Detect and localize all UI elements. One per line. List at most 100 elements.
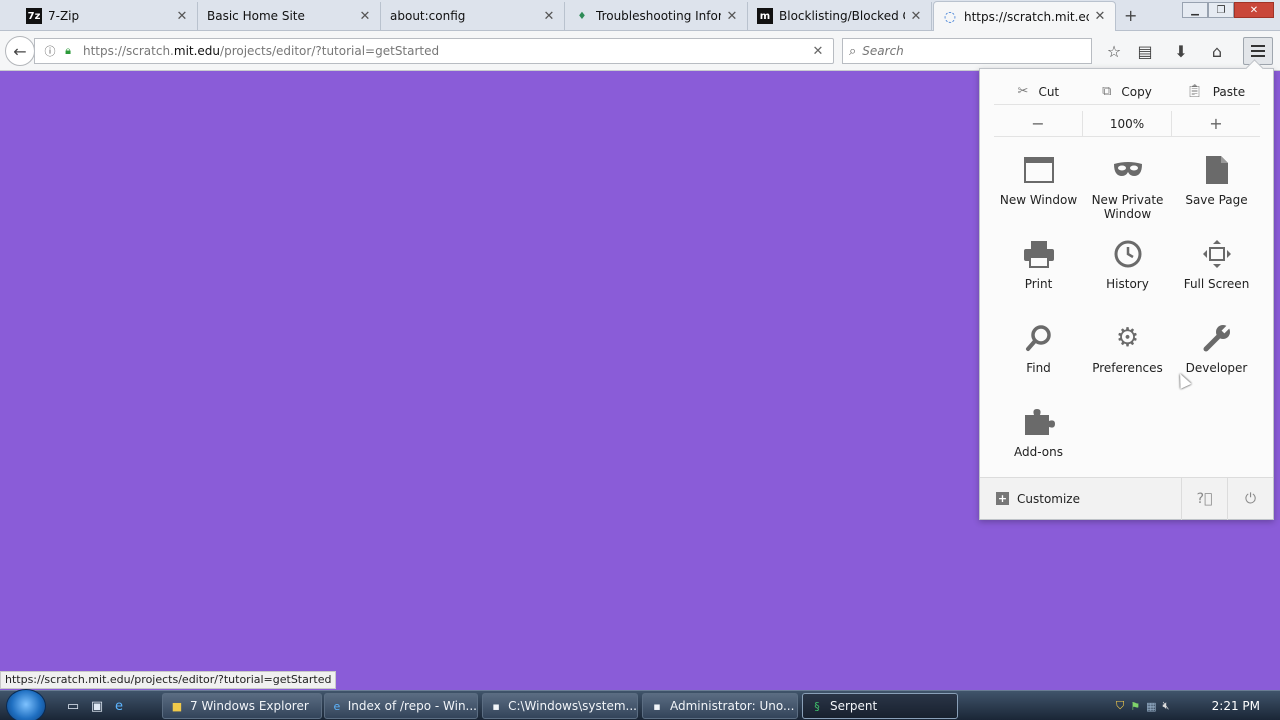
show-desktop-icon[interactable]: ▭ — [64, 697, 82, 715]
magnifier-icon — [1022, 321, 1056, 355]
ie-icon[interactable]: e — [110, 697, 128, 715]
new-tab-icon[interactable]: + — [1124, 6, 1137, 25]
preferences-button[interactable]: ⚙ Preferences — [1083, 317, 1172, 399]
copy-button[interactable]: ⧉ Copy — [1083, 79, 1172, 104]
home-icon[interactable]: ⌂ — [1205, 39, 1229, 63]
mdn-icon: m — [757, 8, 773, 24]
windows-taskbar: ▭ ▣ e ■ 7 Windows Explorer e Index of /rep… — [0, 689, 1280, 720]
menu-item-label: Preferences — [1092, 361, 1163, 375]
full-screen-button[interactable]: Full Screen — [1172, 233, 1261, 315]
tab-blocklisting[interactable]: m Blocklisting/Blocked Gr ✕ — [749, 2, 932, 30]
find-button[interactable]: Find — [994, 317, 1083, 399]
task-windows-system[interactable]: ▪ C:\Windows\system... — [482, 693, 638, 719]
url-path: /projects/editor/?tutorial=getStarted — [220, 44, 440, 58]
help-button[interactable]: ?⃝ — [1181, 477, 1227, 520]
close-tab-icon[interactable]: ✕ — [542, 9, 556, 24]
print-button[interactable]: Print — [994, 233, 1083, 315]
minimize-icon[interactable]: ▁ — [1182, 2, 1208, 18]
task-administrator[interactable]: ▪ Administrator: Uno... — [642, 693, 798, 719]
bookmark-star-icon[interactable]: ☆ — [1102, 39, 1126, 63]
task-label: C:\Windows\system... — [508, 699, 637, 713]
private-mask-icon — [1111, 153, 1145, 187]
url-text[interactable]: https://scratch.mit.edu/projects/editor/… — [83, 44, 803, 58]
explorer-icon[interactable]: ▣ — [88, 697, 106, 715]
power-icon: ⏻ — [1244, 490, 1257, 507]
new-window-button[interactable]: New Window — [994, 149, 1083, 231]
add-ons-button[interactable]: Add-ons — [994, 401, 1083, 483]
tab-7zip[interactable]: 7z 7-Zip ✕ — [18, 2, 198, 30]
menu-item-label: Developer — [1185, 361, 1248, 375]
quit-button[interactable]: ⏻ — [1227, 477, 1273, 520]
system-tray: ⛉ ⚑ ▦ 🔇︎ 2:21 PM — [1108, 691, 1280, 720]
window-controls: ▁ ❐ ✕ — [1182, 2, 1274, 18]
customize-label: Customize — [1017, 491, 1080, 506]
save-page-button[interactable]: Save Page — [1172, 149, 1261, 231]
arrow-left-icon: ← — [13, 41, 27, 61]
close-tab-icon[interactable]: ✕ — [1093, 9, 1107, 24]
close-tab-icon[interactable]: ✕ — [175, 9, 189, 24]
task-serpent[interactable]: § Serpent — [802, 693, 958, 719]
clock[interactable]: 2:21 PM — [1212, 699, 1260, 713]
stop-loading-icon[interactable]: ✕ — [803, 44, 833, 59]
zoom-reset-button[interactable]: 100% — [1082, 111, 1172, 136]
tab-title: Troubleshooting Infor — [596, 9, 721, 23]
task-label: Serpent — [830, 699, 878, 713]
customize-button[interactable]: + Customize — [996, 492, 1181, 506]
search-icon: ⌕ — [849, 43, 857, 59]
menu-item-label: Full Screen — [1183, 277, 1250, 291]
downloads-icon[interactable]: ⬇ — [1169, 39, 1193, 63]
menu-item-label: History — [1106, 277, 1149, 291]
start-button[interactable] — [6, 689, 46, 720]
cut-button[interactable]: ✂ Cut — [994, 79, 1083, 104]
link-status-bar: https://scratch.mit.edu/projects/editor/… — [0, 671, 337, 689]
close-tab-icon[interactable]: ✕ — [725, 9, 739, 24]
cmd-icon: ▪ — [492, 699, 500, 713]
search-input[interactable] — [862, 44, 1063, 58]
task-label: 7 Windows Explorer — [190, 699, 309, 713]
menu-item-label: Add-ons — [1014, 445, 1063, 459]
back-button[interactable]: ← — [5, 36, 35, 66]
plus-icon: + — [996, 492, 1009, 505]
task-label: Index of /repo - Win... — [347, 699, 477, 713]
task-index-of-repo[interactable]: e Index of /repo - Win... — [324, 693, 478, 719]
cmd-icon: ▪ — [653, 699, 661, 713]
printer-icon — [1022, 237, 1056, 271]
tab-about-config[interactable]: about:config ✕ — [382, 2, 565, 30]
paste-button[interactable]: 📋︎ Paste — [1171, 79, 1260, 104]
lock-icon: 🔒︎ — [65, 44, 71, 57]
paste-label: Paste — [1212, 84, 1246, 99]
shield-icon[interactable]: ⛉ — [1116, 699, 1124, 713]
copy-icon: ⧉ — [1102, 84, 1112, 99]
cut-label: Cut — [1038, 84, 1060, 99]
tab-basic-home-site[interactable]: Basic Home Site ✕ — [199, 2, 381, 30]
menu-item-label: Find — [1026, 361, 1051, 375]
new-private-window-button[interactable]: New Private Window — [1083, 149, 1172, 231]
tab-title: https://scratch.mit.edu — [964, 9, 1089, 24]
hamburger-menu-button[interactable] — [1243, 37, 1273, 65]
tab-scratch-active[interactable]: ◌ https://scratch.mit.edu ✕ — [933, 1, 1116, 31]
history-button[interactable]: History — [1083, 233, 1172, 315]
menu-footer: + Customize ?⃝ ⏻ — [980, 477, 1273, 520]
menu-item-label: New Private Window — [1091, 193, 1164, 221]
flag-icon[interactable]: ⚑ — [1130, 700, 1140, 713]
task-windows-explorer[interactable]: ■ 7 Windows Explorer — [162, 693, 322, 719]
maximize-icon[interactable]: ❐ — [1208, 2, 1234, 18]
close-window-icon[interactable]: ✕ — [1234, 2, 1274, 18]
close-tab-icon[interactable]: ✕ — [358, 9, 372, 24]
gear-icon: ⚙ — [1115, 323, 1140, 353]
main-menu-panel: ✂ Cut ⧉ Copy 📋︎ Paste − 100% + New Window N… — [979, 68, 1274, 520]
search-bar[interactable]: ⌕ — [842, 38, 1092, 64]
info-icon[interactable]: ⓘ — [43, 43, 57, 59]
zoom-in-button[interactable]: + — [1172, 111, 1260, 136]
network-icon[interactable]: ▦ — [1146, 700, 1156, 713]
developer-button[interactable]: Developer — [1172, 317, 1261, 399]
tab-troubleshooting[interactable]: ♦ Troubleshooting Infor ✕ — [566, 2, 748, 30]
reading-list-icon[interactable]: ▤ — [1133, 39, 1157, 63]
volume-muted-icon[interactable]: 🔇︎ — [1163, 699, 1170, 713]
close-tab-icon[interactable]: ✕ — [909, 9, 923, 24]
zoom-out-button[interactable]: − — [994, 111, 1082, 136]
fullscreen-icon — [1200, 237, 1234, 271]
tab-strip: 7z 7-Zip ✕ Basic Home Site ✕ about:confi… — [0, 0, 1280, 31]
clock-icon — [1111, 237, 1145, 271]
address-bar[interactable]: ⓘ 🔒︎ https://scratch.mit.edu/projects/ed… — [34, 38, 834, 64]
